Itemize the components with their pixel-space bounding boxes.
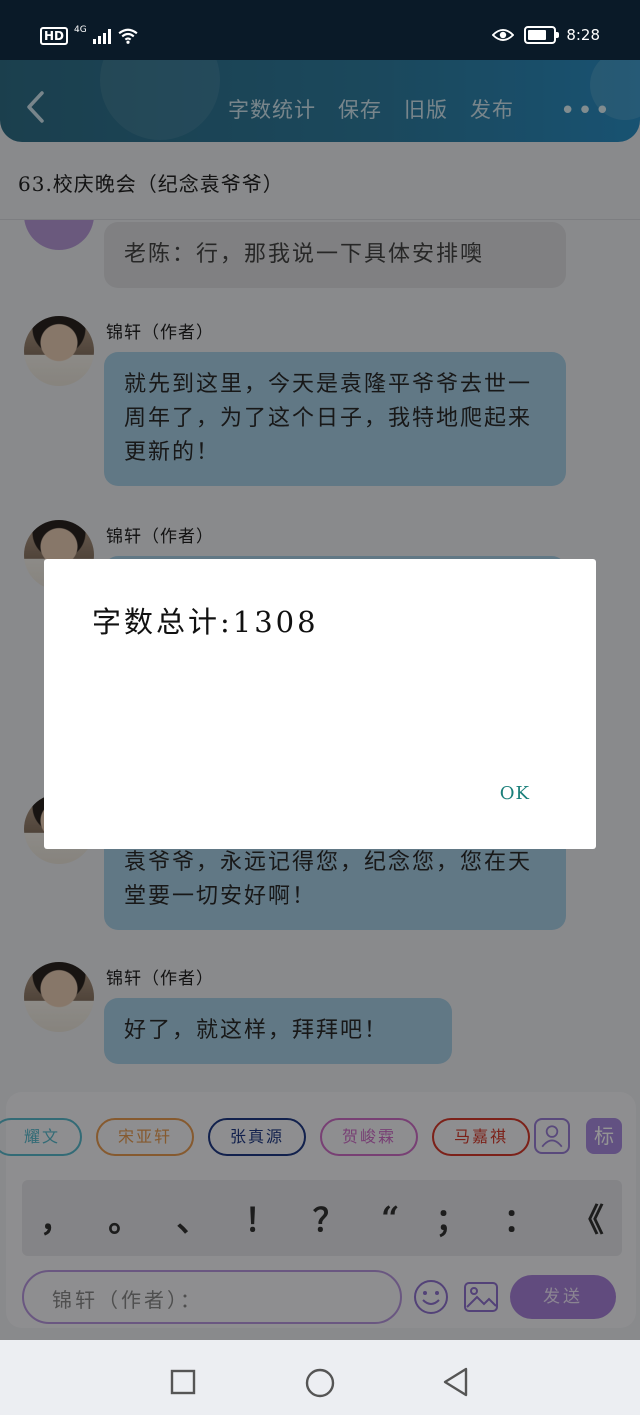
battery-icon — [524, 26, 560, 44]
home-icon[interactable] — [304, 1367, 336, 1399]
ok-button[interactable]: OK — [500, 783, 530, 804]
signal-icon — [92, 28, 111, 44]
word-count-message: 字数总计:1308 — [92, 605, 319, 639]
word-count-dialog: 字数总计:1308 OK — [44, 559, 596, 849]
network-type: 4G — [74, 25, 87, 35]
wifi-icon — [118, 28, 138, 44]
clock: 8:28 — [566, 26, 600, 44]
status-bar: HD 4G 8:28 — [0, 0, 640, 60]
eye-comfort-icon — [492, 29, 515, 41]
back-nav-icon[interactable] — [442, 1367, 470, 1397]
system-nav-bar — [0, 1340, 640, 1415]
hd-badge: HD — [40, 27, 69, 45]
recents-icon[interactable] — [170, 1369, 196, 1395]
